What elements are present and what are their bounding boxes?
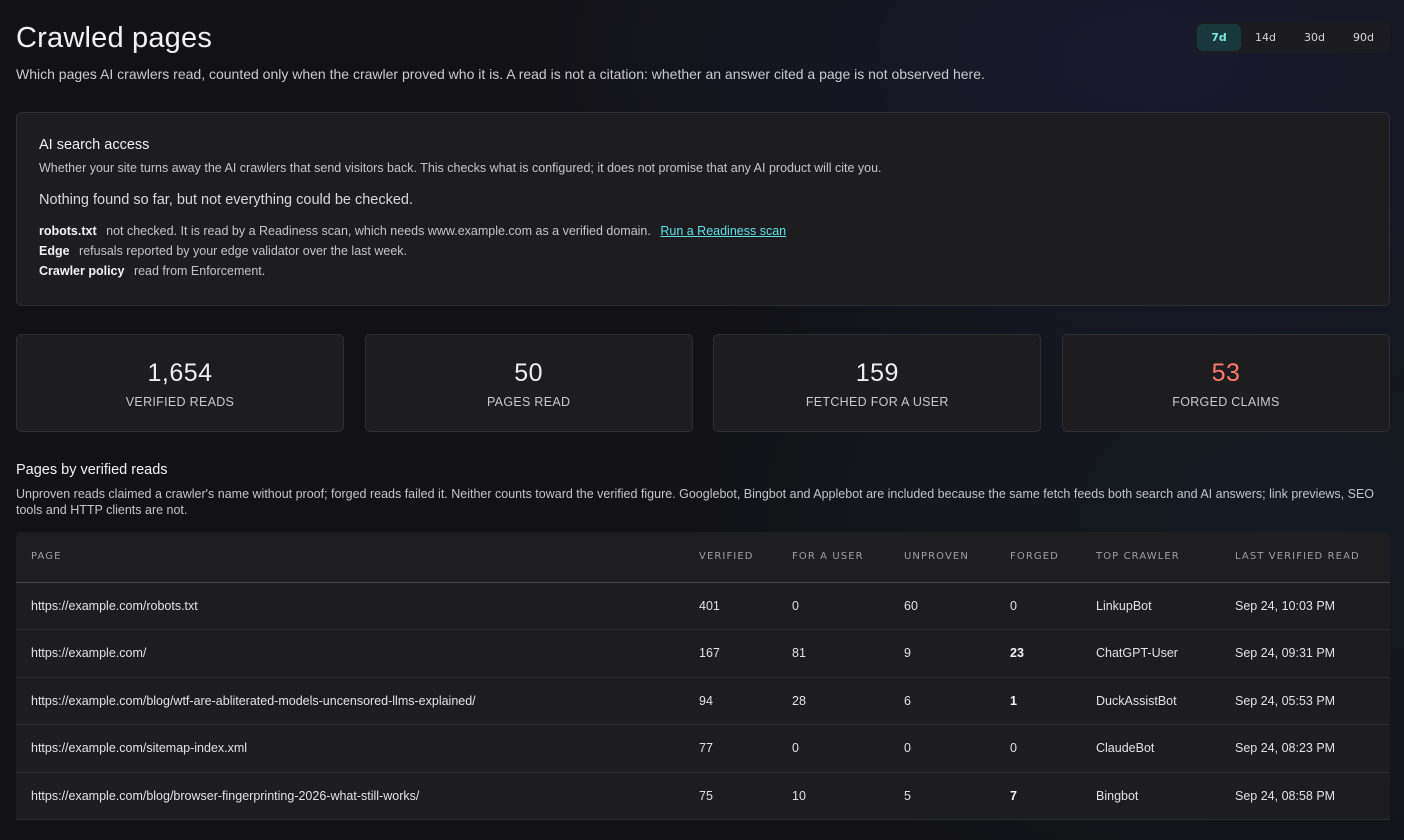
- pages-section-header: Pages by verified reads Unproven reads c…: [16, 462, 1390, 518]
- pages-read-label: PAGES READ: [486, 395, 571, 409]
- cell-verified: 167: [699, 646, 720, 661]
- column-header-forged[interactable]: FORGED: [995, 532, 1081, 582]
- table-row[interactable]: https://example.com/sitemap-index.xml 77…: [16, 725, 1390, 772]
- fetched-for-user-value: 159: [855, 359, 899, 387]
- edge-text: refusals reported by your edge validator…: [79, 244, 408, 258]
- cell-top-crawler: ChatGPT-User: [1096, 646, 1178, 661]
- cell-top-crawler: LinkupBot: [1096, 598, 1152, 613]
- page-subtitle: Which pages AI crawlers read, counted on…: [16, 66, 985, 82]
- crawled-pages-view: Crawled pages Which pages AI crawlers re…: [16, 0, 1390, 820]
- cell-for-user: 81: [792, 646, 806, 661]
- ai-search-access-panel: AI search access Whether your site turns…: [16, 112, 1390, 306]
- column-header-page[interactable]: PAGE: [16, 532, 684, 582]
- stat-forged-claims: 53 FORGED CLAIMS: [1061, 334, 1390, 432]
- robots-status-line: robots.txt not checked. It is read by a …: [39, 224, 1367, 238]
- forged-claims-value: 53: [1211, 359, 1241, 387]
- cell-for-user: 0: [792, 741, 799, 756]
- column-header-verified[interactable]: VERIFIED: [684, 532, 777, 582]
- access-description: Whether your site turns away the AI craw…: [39, 161, 882, 175]
- cell-unproven: 60: [904, 598, 918, 613]
- cell-page: https://example.com/sitemap-index.xml: [31, 741, 248, 756]
- cell-page: https://example.com/: [31, 646, 147, 661]
- cell-unproven: 0: [904, 741, 911, 756]
- policy-status-line: Crawler policy read from Enforcement.: [39, 264, 1367, 278]
- page-title: Crawled pages: [16, 22, 213, 54]
- robots-label: robots.txt: [39, 224, 97, 238]
- page-header: Crawled pages Which pages AI crawlers re…: [16, 0, 1390, 112]
- cell-for-user: 0: [792, 598, 799, 613]
- cell-forged: 0: [1010, 741, 1017, 756]
- cell-for-user: 10: [792, 788, 806, 803]
- verified-reads-value: 1,654: [147, 359, 213, 387]
- forged-claims-label: FORGED CLAIMS: [1172, 395, 1280, 409]
- cell-for-user: 28: [792, 693, 806, 708]
- cell-forged: 0: [1010, 598, 1017, 613]
- table-row[interactable]: https://example.com/blog/browser-fingerp…: [16, 772, 1390, 820]
- table-row[interactable]: https://example.com/blog/wtf-are-abliter…: [16, 677, 1390, 725]
- cell-last-verified-read: Sep 24, 09:31 PM: [1235, 646, 1336, 661]
- column-header-top-crawler[interactable]: TOP CRAWLER: [1081, 532, 1220, 582]
- edge-label: Edge: [39, 244, 70, 258]
- stat-pages-read: 50 PAGES READ: [364, 334, 693, 432]
- cell-last-verified-read: Sep 24, 05:53 PM: [1235, 693, 1336, 708]
- cell-last-verified-read: Sep 24, 08:23 PM: [1235, 741, 1336, 756]
- column-header-unproven[interactable]: UNPROVEN: [889, 532, 995, 582]
- cell-page: https://example.com/blog/wtf-are-abliter…: [31, 693, 476, 708]
- access-title: AI search access: [39, 137, 150, 153]
- cell-top-crawler: ClaudeBot: [1096, 741, 1155, 756]
- cell-unproven: 9: [904, 646, 911, 661]
- run-readiness-scan-link[interactable]: Run a Readiness scan: [660, 224, 786, 238]
- time-range-selector: 7d 14d 30d 90d: [1195, 22, 1390, 53]
- pages-section-note: Unproven reads claimed a crawler's name …: [16, 487, 1375, 517]
- cell-unproven: 5: [904, 788, 911, 803]
- cell-verified: 77: [699, 741, 713, 756]
- pages-read-value: 50: [514, 359, 544, 387]
- table-row[interactable]: https://example.com/ 167 81 9 23 ChatGPT…: [16, 630, 1390, 677]
- stat-verified-reads: 1,654 VERIFIED READS: [16, 334, 344, 432]
- stats-row: 1,654 VERIFIED READS 50 PAGES READ 159 F…: [16, 334, 1390, 432]
- range-14d-button[interactable]: 14d: [1241, 24, 1290, 51]
- edge-status-line: Edge refusals reported by your edge vali…: [39, 244, 1367, 258]
- policy-label: Crawler policy: [39, 264, 125, 278]
- verified-reads-label: VERIFIED READS: [125, 395, 235, 409]
- access-summary: Nothing found so far, but not everything…: [39, 192, 414, 208]
- cell-verified: 94: [699, 693, 713, 708]
- table-row[interactable]: https://example.com/robots.txt 401 0 60 …: [16, 582, 1390, 630]
- table-header-row: PAGE VERIFIED FOR A USER UNPROVEN FORGED…: [16, 532, 1390, 582]
- robots-text: not checked. It is read by a Readiness s…: [106, 224, 651, 238]
- range-7d-button[interactable]: 7d: [1197, 24, 1242, 51]
- cell-forged: 1: [1010, 693, 1017, 708]
- column-header-last-verified-read[interactable]: LAST VERIFIED READ: [1220, 532, 1390, 582]
- cell-page: https://example.com/robots.txt: [31, 598, 198, 613]
- cell-forged: 23: [1010, 646, 1024, 661]
- fetched-for-user-label: FETCHED FOR A USER: [805, 395, 949, 409]
- cell-unproven: 6: [904, 693, 911, 708]
- cell-last-verified-read: Sep 24, 08:58 PM: [1235, 788, 1336, 803]
- policy-text: read from Enforcement.: [133, 264, 266, 278]
- range-90d-button[interactable]: 90d: [1339, 24, 1388, 51]
- range-30d-button[interactable]: 30d: [1290, 24, 1339, 51]
- cell-top-crawler: DuckAssistBot: [1096, 693, 1177, 708]
- cell-page: https://example.com/blog/browser-fingerp…: [31, 788, 420, 803]
- cell-verified: 401: [699, 598, 720, 613]
- cell-last-verified-read: Sep 24, 10:03 PM: [1235, 598, 1336, 613]
- pages-section-title: Pages by verified reads: [16, 462, 168, 478]
- stat-fetched-for-user: 159 FETCHED FOR A USER: [713, 334, 1042, 432]
- column-header-for-a-user[interactable]: FOR A USER: [777, 532, 889, 582]
- cell-top-crawler: Bingbot: [1096, 788, 1139, 803]
- pages-table: PAGE VERIFIED FOR A USER UNPROVEN FORGED…: [16, 532, 1390, 820]
- cell-forged: 7: [1010, 788, 1017, 803]
- pages-table-container: PAGE VERIFIED FOR A USER UNPROVEN FORGED…: [16, 532, 1390, 840]
- cell-verified: 75: [699, 788, 713, 803]
